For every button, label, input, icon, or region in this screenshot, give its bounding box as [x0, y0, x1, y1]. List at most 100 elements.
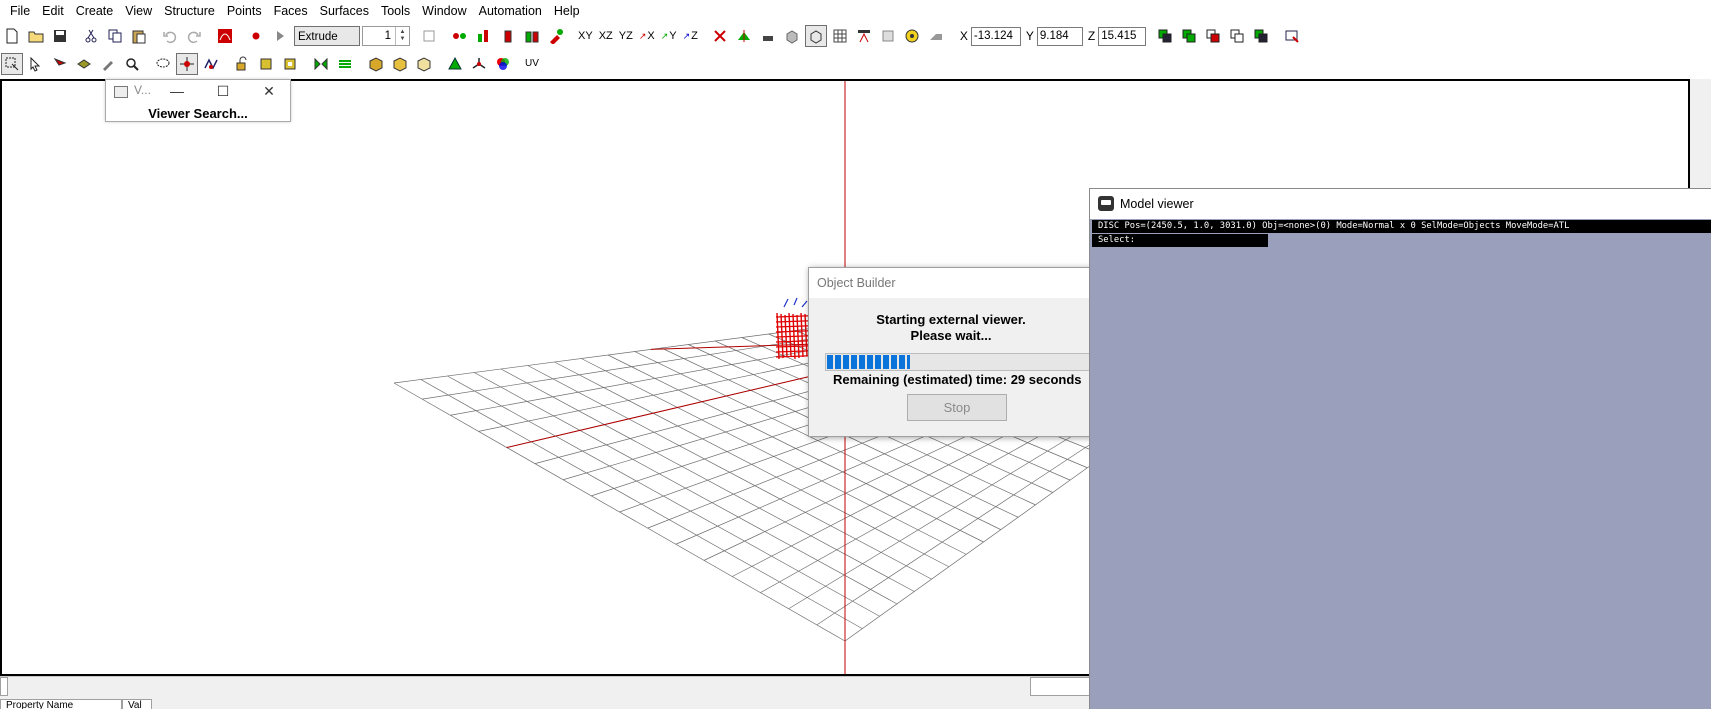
viewer-search-titlebar[interactable]: V... — ☐ ✕ [106, 80, 290, 102]
light-icon[interactable] [901, 25, 923, 47]
uv-button[interactable]: UV [522, 53, 542, 75]
texture-icon[interactable] [214, 25, 236, 47]
lock-icon[interactable] [877, 25, 899, 47]
layer-copy-icon[interactable] [1226, 25, 1248, 47]
color-mix-icon[interactable] [492, 53, 514, 75]
dialog-title: Object Builder [809, 268, 1091, 298]
step-stepper[interactable]: 1 ▲ ▼ [362, 26, 410, 46]
property-name-column[interactable]: Property Name [0, 699, 122, 709]
new-file-icon[interactable] [1, 25, 23, 47]
menu-edit[interactable]: Edit [36, 0, 70, 22]
bar-icon[interactable] [473, 25, 495, 47]
menu-file[interactable]: File [4, 0, 36, 22]
play-icon[interactable] [269, 25, 291, 47]
select-pointer-icon[interactable] [25, 53, 47, 75]
flatten-icon[interactable] [334, 53, 356, 75]
split-icon[interactable] [497, 25, 519, 47]
view-xy-button[interactable]: XY [575, 25, 596, 47]
external-viewer-icon[interactable] [1281, 25, 1303, 47]
save-icon[interactable] [49, 25, 71, 47]
layer-add-icon[interactable] [1178, 25, 1200, 47]
z-coord-input[interactable]: 15.415 [1098, 26, 1147, 46]
lock-open-icon[interactable] [231, 53, 253, 75]
menu-structure[interactable]: Structure [158, 0, 221, 22]
paint-icon[interactable] [97, 53, 119, 75]
delete-selection-icon[interactable] [709, 25, 731, 47]
menu-window[interactable]: Window [416, 0, 472, 22]
menu-tools[interactable]: Tools [375, 0, 416, 22]
x-coord-input[interactable]: -13.124 [970, 26, 1021, 46]
flip-y-button[interactable]: ↗ Y [658, 25, 680, 47]
mirror-tool-icon[interactable] [310, 53, 332, 75]
y-coord-input[interactable]: 9.184 [1036, 26, 1083, 46]
axis-gizmo-icon[interactable] [468, 53, 490, 75]
menu-automation[interactable]: Automation [473, 0, 548, 22]
copy-icon[interactable] [104, 25, 126, 47]
menu-view[interactable]: View [119, 0, 158, 22]
plane-icon[interactable] [925, 25, 947, 47]
tools-icon[interactable] [545, 25, 567, 47]
pyramid-icon[interactable] [444, 53, 466, 75]
layer-icon[interactable] [1154, 25, 1176, 47]
menu-points[interactable]: Points [221, 0, 268, 22]
bottom-field[interactable] [0, 677, 8, 696]
viewer-search-window[interactable]: V... — ☐ ✕ Viewer Search... [105, 79, 291, 122]
undo-icon[interactable] [159, 25, 181, 47]
menu-surfaces[interactable]: Surfaces [314, 0, 375, 22]
menu-faces[interactable]: Faces [268, 0, 314, 22]
lasso-icon[interactable] [152, 53, 174, 75]
object-builder-app: File Edit Create View Structure Points Faces Su… [0, 0, 1711, 709]
select-tool-icon[interactable] [1, 53, 23, 75]
move-icon[interactable] [176, 53, 198, 75]
select-face-icon[interactable] [73, 53, 95, 75]
bottom-field-right[interactable] [1030, 677, 1090, 696]
menu-create[interactable]: Create [70, 0, 120, 22]
paste-icon[interactable] [128, 25, 150, 47]
z-coord-label: Z [1087, 29, 1096, 43]
record-icon[interactable] [245, 25, 267, 47]
close-icon[interactable]: ✕ [246, 80, 292, 102]
flip-z-button[interactable]: ↗ Z [680, 25, 701, 47]
layer-merge-icon[interactable] [1250, 25, 1272, 47]
redo-icon[interactable] [183, 25, 205, 47]
view-yz-button[interactable]: YZ [616, 25, 636, 47]
merge-icon[interactable] [521, 25, 543, 47]
scale-icon[interactable] [255, 53, 277, 75]
view-xz-button[interactable]: XZ [596, 25, 616, 47]
flip-x-button[interactable]: ↗ X [636, 25, 658, 47]
grab-icon[interactable] [733, 25, 755, 47]
checker-icon[interactable] [757, 25, 779, 47]
grid-icon[interactable] [829, 25, 851, 47]
mode-dropdown[interactable]: Extrude [294, 26, 360, 46]
message-line-2: Please wait... [910, 328, 992, 343]
maximize-icon[interactable]: ☐ [200, 80, 246, 102]
snap-icon[interactable] [853, 25, 875, 47]
cube-gold-icon[interactable] [365, 53, 387, 75]
minimize-icon[interactable]: — [154, 80, 200, 102]
model-viewer-title: Model viewer [1120, 197, 1194, 211]
model-viewer-titlebar[interactable]: Model viewer [1090, 189, 1711, 219]
scale-alt-icon[interactable] [279, 53, 301, 75]
open-folder-icon[interactable] [25, 25, 47, 47]
points-select-icon[interactable] [449, 25, 471, 47]
viewer-search-label: Viewer Search... [148, 106, 248, 121]
wireframe-toggle-icon[interactable] [804, 25, 827, 47]
layer-remove-icon[interactable] [1202, 25, 1224, 47]
model-viewer-status-line: DISC Pos=(2450.5, 1.0, 3031.0) Obj=<none… [1092, 220, 1711, 233]
progress-fill [827, 355, 911, 369]
stop-button[interactable]: Stop [907, 394, 1007, 421]
window-icon[interactable] [418, 25, 440, 47]
box-icon[interactable] [781, 25, 803, 47]
model-viewer-select-line: Select: [1092, 234, 1268, 247]
mirror-icon: ↗ [660, 31, 669, 41]
menu-help[interactable]: Help [548, 0, 586, 22]
stepper-arrows-icon[interactable]: ▲ ▼ [395, 27, 409, 45]
zoom-icon[interactable] [121, 53, 143, 75]
value-column[interactable]: Val [122, 699, 152, 709]
cut-icon[interactable] [80, 25, 102, 47]
select-red-icon[interactable] [49, 53, 71, 75]
cube-outline-icon[interactable] [413, 53, 435, 75]
model-viewer-window[interactable]: Model viewer DISC Pos=(2450.5, 1.0, 3031… [1089, 188, 1711, 709]
cube-half-icon[interactable] [389, 53, 411, 75]
rotate-icon[interactable] [200, 53, 222, 75]
